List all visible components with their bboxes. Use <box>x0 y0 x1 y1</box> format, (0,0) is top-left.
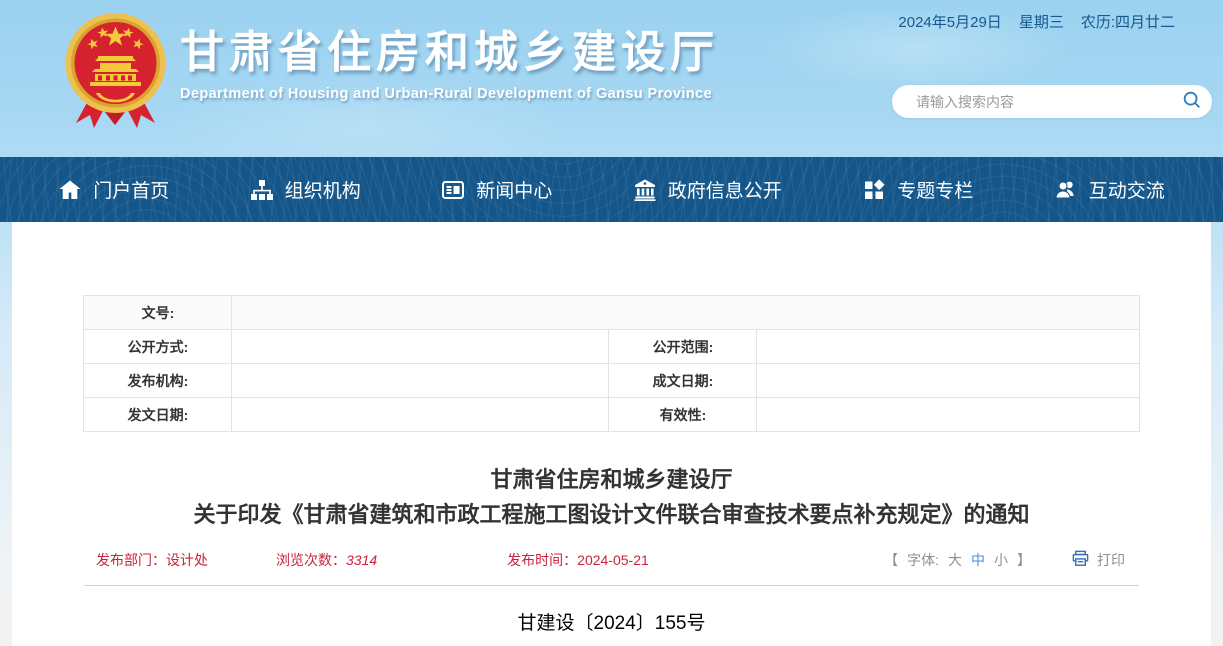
open-scope-value <box>757 330 1139 364</box>
issuing-agency-value <box>232 364 609 398</box>
font-size-large-button[interactable]: 大 <box>948 550 962 570</box>
nav-label: 组织机构 <box>285 176 361 203</box>
written-date-label: 成文日期: <box>609 364 757 398</box>
font-size-controls: 【 字体: 大 中 小 】 <box>884 550 1031 570</box>
topbar: 2024年5月29日 星期三 农历:四月廿二 <box>898 11 1175 32</box>
table-row: 公开方式: 公开范围: <box>84 330 1139 364</box>
gov-building-icon <box>633 178 657 202</box>
nav-item-news[interactable]: 新闻中心 <box>441 176 552 203</box>
view-count-number: 3314 <box>346 552 377 568</box>
document-info-table: 文号: 公开方式: 公开范围: 发布机构: 成文日期: 发文日期: 有效性: <box>83 295 1139 432</box>
table-row: 文号: <box>84 296 1139 330</box>
validity-value <box>757 398 1139 432</box>
national-emblem-logo <box>62 11 169 136</box>
nav-label: 政府信息公开 <box>668 176 782 203</box>
print-label: 打印 <box>1097 550 1125 570</box>
nav-label: 互动交流 <box>1089 176 1165 203</box>
publish-time: 发布时间：2024-05-21 <box>507 550 649 570</box>
nav-item-organization[interactable]: 组织机构 <box>250 176 361 203</box>
table-row: 发布机构: 成文日期: <box>84 364 1139 398</box>
article-title: 甘肃省住房和城乡建设厅 关于印发《甘肃省建筑和市政工程施工图设计文件联合审查技术… <box>84 462 1139 532</box>
official-doc-number: 甘建设〔2024〕155号 <box>12 608 1211 635</box>
nav-label: 门户首页 <box>93 176 169 203</box>
bracket-close: 】 <box>1017 550 1031 570</box>
main-nav: 门户首页 组织机构 新闻中心 <box>0 157 1223 222</box>
site-title: 甘肃省住房和城乡建设厅 <box>180 28 719 79</box>
issuing-agency-label: 发布机构: <box>84 364 232 398</box>
site-branding: 甘肃省住房和城乡建设厅 Department of Housing and Ur… <box>180 28 719 102</box>
issue-date-label: 发文日期: <box>84 398 232 432</box>
search-icon <box>1181 89 1203 114</box>
meta-right-tools: 【 字体: 大 中 小 】 <box>884 549 1139 571</box>
lunar-date-text: 农历:四月廿二 <box>1081 11 1175 32</box>
open-scope-label: 公开范围: <box>609 330 757 364</box>
view-count: 浏览次数：3314 <box>276 550 377 570</box>
nav-label: 专题专栏 <box>897 176 973 203</box>
bracket-open: 【 <box>884 550 898 570</box>
nav-item-home[interactable]: 门户首页 <box>58 176 169 203</box>
nav-item-interaction[interactable]: 互动交流 <box>1054 176 1165 203</box>
people-icon <box>1054 178 1078 202</box>
written-date-value <box>757 364 1139 398</box>
article-title-line2: 关于印发《甘肃省建筑和市政工程施工图设计文件联合审查技术要点补充规定》的通知 <box>84 497 1139 532</box>
font-size-medium-button[interactable]: 中 <box>971 550 985 570</box>
site-subtitle-english: Department of Housing and Urban-Rural De… <box>180 86 719 102</box>
search-button[interactable] <box>1172 85 1212 118</box>
page: 2024年5月29日 星期三 农历:四月廿二 <box>0 0 1223 646</box>
content-panel: 文号: 公开方式: 公开范围: 发布机构: 成文日期: 发文日期: 有效性: <box>12 222 1211 646</box>
weekday-text: 星期三 <box>1019 11 1064 32</box>
home-icon <box>58 178 82 202</box>
article-meta-bar: 发布部门：设计处 浏览次数：3314 发布时间：2024-05-21 【 字体:… <box>84 545 1139 586</box>
date-text: 2024年5月29日 <box>898 11 1001 32</box>
nav-label: 新闻中心 <box>476 176 552 203</box>
print-button[interactable]: 打印 <box>1071 549 1125 571</box>
publish-dept: 发布部门：设计处 <box>96 550 208 570</box>
nav-item-gov-info[interactable]: 政府信息公开 <box>633 176 782 203</box>
font-size-small-button[interactable]: 小 <box>994 550 1008 570</box>
table-row: 发文日期: 有效性: <box>84 398 1139 432</box>
news-icon <box>441 178 465 202</box>
nav-item-topics[interactable]: 专题专栏 <box>862 176 973 203</box>
doc-number-value <box>232 296 1139 330</box>
open-method-value <box>232 330 609 364</box>
article-title-line1: 甘肃省住房和城乡建设厅 <box>84 462 1139 497</box>
issue-date-value <box>232 398 609 432</box>
org-chart-icon <box>250 178 274 202</box>
search-input[interactable] <box>914 93 1172 111</box>
doc-number-label: 文号: <box>84 296 232 330</box>
search-box <box>892 85 1212 118</box>
font-size-label: 字体: <box>907 550 939 570</box>
validity-label: 有效性: <box>609 398 757 432</box>
open-method-label: 公开方式: <box>84 330 232 364</box>
topics-grid-icon <box>862 178 886 202</box>
printer-icon <box>1071 549 1090 571</box>
